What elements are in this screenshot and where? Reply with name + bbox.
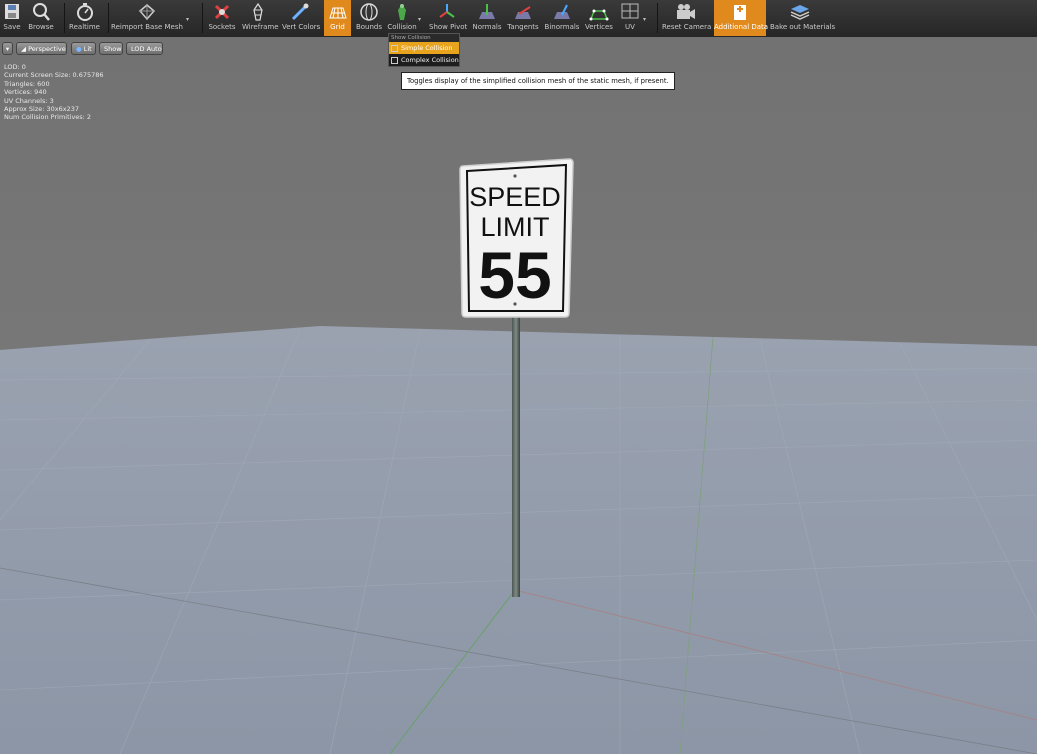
tooltip: Toggles display of the simplified collis… (401, 72, 675, 90)
reset-camera-button[interactable]: Reset Camera (662, 0, 712, 36)
simple-collision-label: Simple Collision (401, 44, 453, 52)
binormals-button[interactable]: Binormals (544, 0, 580, 36)
complex-collision-item[interactable]: Complex Collision (389, 54, 459, 66)
viewport-options-button[interactable]: ▾ (2, 42, 13, 55)
vert-colors-button[interactable]: Vert Colors (282, 0, 321, 36)
complex-collision-checkbox[interactable] (391, 56, 398, 64)
collision-menu-header: Show Collision (389, 34, 459, 42)
lod-button[interactable]: LOD Auto (126, 42, 163, 55)
reset-camera-label: Reset Camera (662, 23, 712, 31)
browse-label: Browse (28, 23, 54, 31)
stat-collision-primitives: Num Collision Primitives: 2 (4, 113, 92, 122)
grid-label: Grid (330, 23, 345, 31)
vert-colors-icon (291, 3, 309, 21)
browse-button[interactable]: Browse (27, 0, 55, 36)
reimport-icon (138, 4, 156, 21)
speed-limit-sign: SPEED LIMIT 55 (459, 158, 574, 318)
complex-collision-label: Complex Collision (401, 56, 459, 64)
pivot-icon (439, 4, 455, 18)
binormals-icon (554, 4, 570, 19)
simple-collision-item[interactable]: Simple Collision (389, 42, 459, 54)
realtime-label: Realtime (69, 23, 100, 31)
vertices-icon (589, 9, 609, 21)
vertices-button[interactable]: Vertices (583, 0, 615, 36)
sockets-button[interactable]: Sockets (208, 0, 236, 36)
show-pivot-button[interactable]: Show Pivot (429, 0, 468, 36)
stat-screen-size: Current Screen Size: 0.675786 (4, 71, 104, 80)
binormals-label: Binormals (544, 23, 580, 31)
bake-materials-label: Bake out Materials (770, 23, 836, 31)
reimport-label: Reimport Base Mesh (111, 23, 183, 31)
collision-menu: Show Collision Simple Collision Complex … (388, 33, 460, 67)
sockets-label: Sockets (208, 23, 236, 31)
viewport[interactable]: SPEED LIMIT 55 ▾ ◢ Perspective ● Lit Sho… (0, 37, 1037, 754)
normals-label: Normals (472, 23, 502, 31)
tangents-button[interactable]: Tangents (506, 0, 540, 36)
realtime-icon (76, 3, 93, 21)
normals-button[interactable]: Normals (472, 0, 502, 36)
lit-button[interactable]: ● Lit (71, 42, 96, 55)
bake-materials-button[interactable]: Bake out Materials (770, 0, 836, 36)
bounds-button[interactable]: Bounds (355, 0, 383, 36)
tangents-icon (515, 6, 531, 19)
collision-icon (398, 4, 406, 20)
realtime-button[interactable]: Realtime (68, 0, 101, 36)
perspective-button[interactable]: ◢ Perspective (16, 42, 67, 55)
save-label: Save (3, 23, 21, 31)
stat-uv-channels: UV Channels: 3 (4, 96, 54, 105)
stat-triangles: Triangles: 600 (4, 79, 50, 88)
additional-data-label: Additional Data (714, 23, 769, 31)
sign-number: 55 (478, 238, 551, 312)
grid-button[interactable]: Grid (324, 0, 351, 36)
sockets-icon (214, 4, 230, 20)
scene-render: SPEED LIMIT 55 (0, 37, 1037, 754)
uv-label: UV (625, 23, 635, 31)
show-pivot-label: Show Pivot (429, 23, 468, 31)
chevron-down-icon: ▾ (5, 45, 10, 53)
lit-label: Lit (83, 45, 92, 53)
bake-materials-icon (790, 5, 810, 20)
camera-icon (677, 4, 695, 19)
tangents-label: Tangents (507, 23, 539, 31)
collision-label: Collision (387, 23, 417, 31)
lod-label: LOD Auto (131, 45, 162, 53)
vert-colors-label: Vert Colors (282, 23, 321, 31)
reimport-button[interactable]: Reimport Base Mesh (111, 0, 183, 36)
wireframe-button[interactable]: Wireframe (242, 0, 279, 36)
stat-vertices: Vertices: 940 (4, 88, 47, 97)
uv-button[interactable]: UV (618, 0, 642, 36)
show-button[interactable]: Show (99, 42, 123, 55)
sign-pole (512, 312, 520, 597)
toolbar: Save Browse Realtime Reimport Base Mesh … (0, 0, 1037, 38)
stats-overlay: LOD: 0 Current Screen Size: 0.675786 Tri… (4, 63, 104, 122)
browse-icon (33, 3, 50, 21)
save-button[interactable]: Save (0, 0, 24, 36)
additional-data-button[interactable]: Additional Data (714, 0, 769, 36)
normals-icon (479, 4, 495, 19)
wireframe-label: Wireframe (242, 23, 279, 31)
additional-data-icon (734, 5, 746, 20)
stat-approx-size: Approx Size: 30x6x237 (4, 105, 80, 114)
uv-icon (621, 3, 639, 19)
sign-line-speed: SPEED (469, 182, 561, 212)
uv-dropdown-arrow[interactable]: ▾ (643, 16, 646, 23)
perspective-label: Perspective (28, 45, 66, 53)
save-icon (5, 4, 19, 19)
wireframe-icon (253, 2, 263, 21)
collision-button[interactable]: Collision (387, 0, 417, 36)
reimport-dropdown-arrow[interactable]: ▾ (186, 16, 189, 23)
show-label: Show (104, 45, 122, 53)
bounds-icon (360, 3, 378, 21)
stat-lod: LOD: 0 (4, 63, 26, 71)
bounds-label: Bounds (355, 23, 383, 31)
collision-dropdown-arrow[interactable]: ▾ (418, 16, 421, 23)
simple-collision-checkbox[interactable] (391, 44, 398, 52)
grid-icon (328, 7, 347, 19)
vertices-label: Vertices (585, 23, 613, 31)
lit-icon: ● (76, 45, 84, 53)
